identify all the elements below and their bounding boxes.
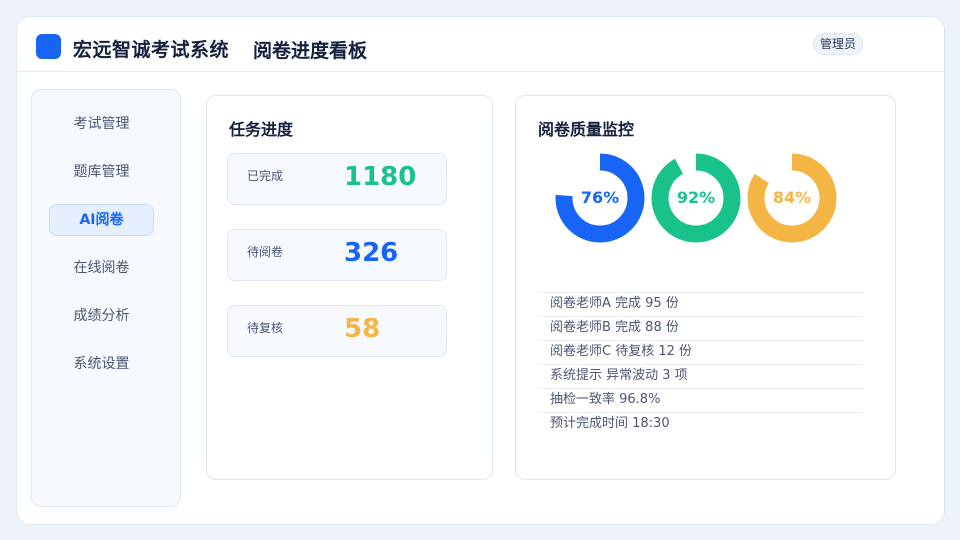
list-item: 阅卷老师A 完成 95 份 [538,292,863,316]
top-bar: 宏远智诚考试系统 阅卷进度看板 管理员 [17,17,944,72]
app-window: 宏远智诚考试系统 阅卷进度看板 管理员 考试管理 题库管理 AI阅卷 在线阅卷 … [16,16,945,525]
sidebar-item-ai-grading[interactable]: AI阅卷 [49,204,154,236]
app-logo-icon [36,34,61,59]
list-item: 阅卷老师C 待复核 12 份 [538,340,863,364]
quality-monitor-title: 阅卷质量监控 [538,120,635,139]
stat-pending-review: 待复核 58 [227,305,447,357]
stat-pending-review-label: 待复核 [247,321,284,335]
quality-monitor-card: 阅卷质量监控 76% 92% 84% 阅卷老师A 完成 95 份 阅卷老师B 完… [515,95,896,480]
user-role-badge[interactable]: 管理员 [813,33,863,55]
activity-log-list: 阅卷老师A 完成 95 份 阅卷老师B 完成 88 份 阅卷老师C 待复核 12… [538,292,863,436]
stat-completed: 已完成 1180 [227,153,447,205]
sidebar-item-question-bank[interactable]: 题库管理 [49,156,154,188]
stat-pending-review-value: 58 [344,314,381,344]
list-item: 系统提示 异常波动 3 项 [538,364,863,388]
donut-chart-2: 92% [650,152,742,244]
sidebar: 考试管理 题库管理 AI阅卷 在线阅卷 成绩分析 系统设置 [31,89,181,507]
stat-pending-grading-label: 待阅卷 [247,245,284,259]
sidebar-item-score-analysis[interactable]: 成绩分析 [49,300,154,332]
stat-pending-grading-value: 326 [344,238,399,268]
stat-completed-label: 已完成 [247,169,284,183]
donut-3-label: 84% [772,188,812,207]
list-item: 预计完成时间 18:30 [538,412,863,436]
task-progress-title: 任务进度 [229,120,294,139]
stat-pending-grading: 待阅卷 326 [227,229,447,281]
donut-2-label: 92% [676,188,716,207]
app-title: 宏远智诚考试系统 [73,39,230,61]
sidebar-item-online-grading[interactable]: 在线阅卷 [49,252,154,284]
sidebar-item-system-settings[interactable]: 系统设置 [49,348,154,380]
page-title: 阅卷进度看板 [253,40,368,62]
donut-1-label: 76% [580,188,620,207]
sidebar-item-exam-management[interactable]: 考试管理 [49,108,154,140]
list-item: 抽检一致率 96.8% [538,388,863,412]
donut-chart-3: 84% [746,152,838,244]
task-progress-card: 任务进度 已完成 1180 待阅卷 326 待复核 58 [206,95,493,480]
stat-completed-value: 1180 [344,162,417,192]
list-item: 阅卷老师B 完成 88 份 [538,316,863,340]
donut-chart-1: 76% [554,152,646,244]
